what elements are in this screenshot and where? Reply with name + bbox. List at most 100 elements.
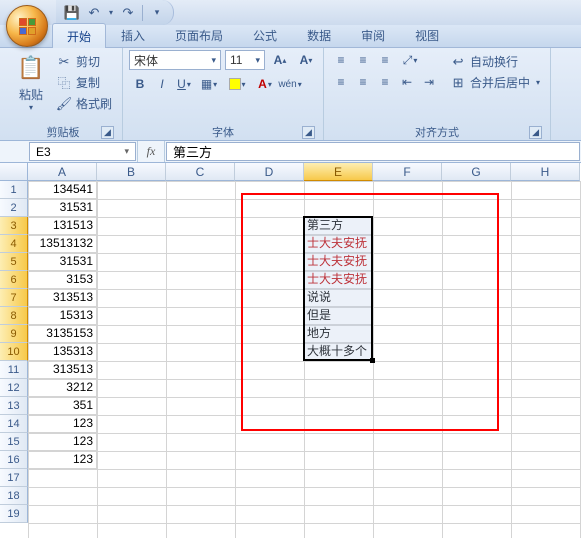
cell-A10[interactable]: 135313 — [28, 343, 97, 361]
row-header-2[interactable]: 2 — [0, 199, 28, 217]
align-middle-button[interactable]: ≡ — [352, 50, 374, 70]
col-header-B[interactable]: B — [97, 163, 166, 181]
shrink-font-button[interactable]: A▾ — [295, 50, 317, 70]
undo-icon[interactable]: ↶ — [84, 3, 104, 23]
cut-button[interactable]: ✂剪切 — [52, 52, 116, 71]
row-header-5[interactable]: 5 — [0, 253, 28, 271]
tab-view[interactable]: 视图 — [400, 22, 454, 47]
phonetic-button[interactable]: wén▾ — [279, 74, 301, 94]
tab-home[interactable]: 开始 — [52, 23, 106, 48]
font-size-combo[interactable]: 11▾ — [225, 50, 265, 70]
row-header-4[interactable]: 4 — [0, 235, 28, 253]
cell-A16[interactable]: 123 — [28, 451, 97, 469]
font-launcher[interactable]: ◢ — [302, 126, 315, 139]
cell-A7[interactable]: 313513 — [28, 289, 97, 307]
orientation-button[interactable]: ⤢▾ — [396, 50, 424, 70]
cell-A12[interactable]: 3212 — [28, 379, 97, 397]
row-header-19[interactable]: 19 — [0, 505, 28, 523]
cell-E4[interactable]: 士大夫安抚 — [304, 235, 373, 253]
underline-button[interactable]: U▾ — [173, 74, 195, 94]
wrap-text-button[interactable]: ↩自动换行 — [446, 52, 544, 71]
row-header-7[interactable]: 7 — [0, 289, 28, 307]
col-header-A[interactable]: A — [28, 163, 97, 181]
worksheet[interactable]: ABCDEFGH 12345678910111213141516171819 1… — [0, 163, 581, 538]
row-header-18[interactable]: 18 — [0, 487, 28, 505]
cell-A9[interactable]: 3135153 — [28, 325, 97, 343]
qat-customize-icon[interactable]: ▾ — [147, 3, 167, 23]
fill-color-button[interactable]: ▾ — [223, 74, 251, 94]
formula-input[interactable]: 第三方 — [166, 142, 580, 161]
col-header-H[interactable]: H — [511, 163, 580, 181]
bold-button[interactable]: B — [129, 74, 151, 94]
cell-E5[interactable]: 士大夫安抚 — [304, 253, 373, 271]
cell-A3[interactable]: 131513 — [28, 217, 97, 235]
row-header-14[interactable]: 14 — [0, 415, 28, 433]
indent-dec-button[interactable]: ⇤ — [396, 72, 418, 92]
row-header-13[interactable]: 13 — [0, 397, 28, 415]
border-button[interactable]: ▦▾ — [195, 74, 223, 94]
format-painter-button[interactable]: 🖌格式刷 — [52, 94, 116, 113]
align-left-button[interactable]: ≡ — [330, 72, 352, 92]
cell-A4[interactable]: 13513132 — [28, 235, 97, 253]
tab-layout[interactable]: 页面布局 — [160, 22, 238, 47]
name-box[interactable]: E3▾ — [29, 142, 136, 161]
col-header-F[interactable]: F — [373, 163, 442, 181]
undo-dropdown-icon[interactable]: ▾ — [106, 3, 116, 23]
copy-button[interactable]: ⿻复制 — [52, 73, 116, 92]
row-header-9[interactable]: 9 — [0, 325, 28, 343]
col-header-D[interactable]: D — [235, 163, 304, 181]
cell-A13[interactable]: 351 — [28, 397, 97, 415]
italic-button[interactable]: I — [151, 74, 173, 94]
paste-button[interactable]: 📋 粘贴 ▾ — [10, 50, 52, 112]
align-bottom-button[interactable]: ≡ — [374, 50, 396, 70]
row-header-6[interactable]: 6 — [0, 271, 28, 289]
row-header-15[interactable]: 15 — [0, 433, 28, 451]
fx-button[interactable]: fx — [140, 144, 162, 159]
cell-A8[interactable]: 15313 — [28, 307, 97, 325]
cell-E9[interactable]: 地方 — [304, 325, 373, 343]
row-header-1[interactable]: 1 — [0, 181, 28, 199]
align-launcher[interactable]: ◢ — [529, 126, 542, 139]
tab-insert[interactable]: 插入 — [106, 22, 160, 47]
tab-formulas[interactable]: 公式 — [238, 22, 292, 47]
cell-A6[interactable]: 3153 — [28, 271, 97, 289]
row-header-11[interactable]: 11 — [0, 361, 28, 379]
save-icon[interactable]: 💾 — [62, 3, 82, 23]
font-color-button[interactable]: A▾ — [251, 74, 279, 94]
cells-area[interactable]: 1345413153113151313513132315313153313513… — [28, 181, 581, 538]
col-header-G[interactable]: G — [442, 163, 511, 181]
cell-E7[interactable]: 说说 — [304, 289, 373, 307]
row-header-16[interactable]: 16 — [0, 451, 28, 469]
grow-font-button[interactable]: A▴ — [269, 50, 291, 70]
cell-E6[interactable]: 士大夫安抚 — [304, 271, 373, 289]
indent-inc-button[interactable]: ⇥ — [418, 72, 440, 92]
row-header-8[interactable]: 8 — [0, 307, 28, 325]
col-header-E[interactable]: E — [304, 163, 373, 181]
tab-review[interactable]: 审阅 — [346, 22, 400, 47]
cell-A15[interactable]: 123 — [28, 433, 97, 451]
cell-E10[interactable]: 大概十多个 — [304, 343, 373, 361]
office-button[interactable] — [2, 1, 54, 53]
col-header-C[interactable]: C — [166, 163, 235, 181]
clipboard-launcher[interactable]: ◢ — [101, 126, 114, 139]
cell-A11[interactable]: 313513 — [28, 361, 97, 379]
select-all-corner[interactable] — [0, 163, 28, 181]
row-header-3[interactable]: 3 — [0, 217, 28, 235]
row-header-10[interactable]: 10 — [0, 343, 28, 361]
cell-A1[interactable]: 134541 — [28, 181, 97, 199]
align-right-button[interactable]: ≡ — [374, 72, 396, 92]
tab-data[interactable]: 数据 — [292, 22, 346, 47]
row-header-17[interactable]: 17 — [0, 469, 28, 487]
merge-center-button[interactable]: ⊞合并后居中▾ — [446, 73, 544, 92]
redo-icon[interactable]: ↷ — [118, 3, 138, 23]
row-header-12[interactable]: 12 — [0, 379, 28, 397]
cell-A14[interactable]: 123 — [28, 415, 97, 433]
cell-E8[interactable]: 但是 — [304, 307, 373, 325]
align-center-button[interactable]: ≡ — [352, 72, 374, 92]
font-name-combo[interactable]: 宋体▾ — [129, 50, 221, 70]
align-top-button[interactable]: ≡ — [330, 50, 352, 70]
cell-A5[interactable]: 31531 — [28, 253, 97, 271]
cell-A2[interactable]: 31531 — [28, 199, 97, 217]
wrap-icon: ↩ — [450, 54, 466, 70]
cell-E3[interactable]: 第三方 — [304, 217, 373, 235]
